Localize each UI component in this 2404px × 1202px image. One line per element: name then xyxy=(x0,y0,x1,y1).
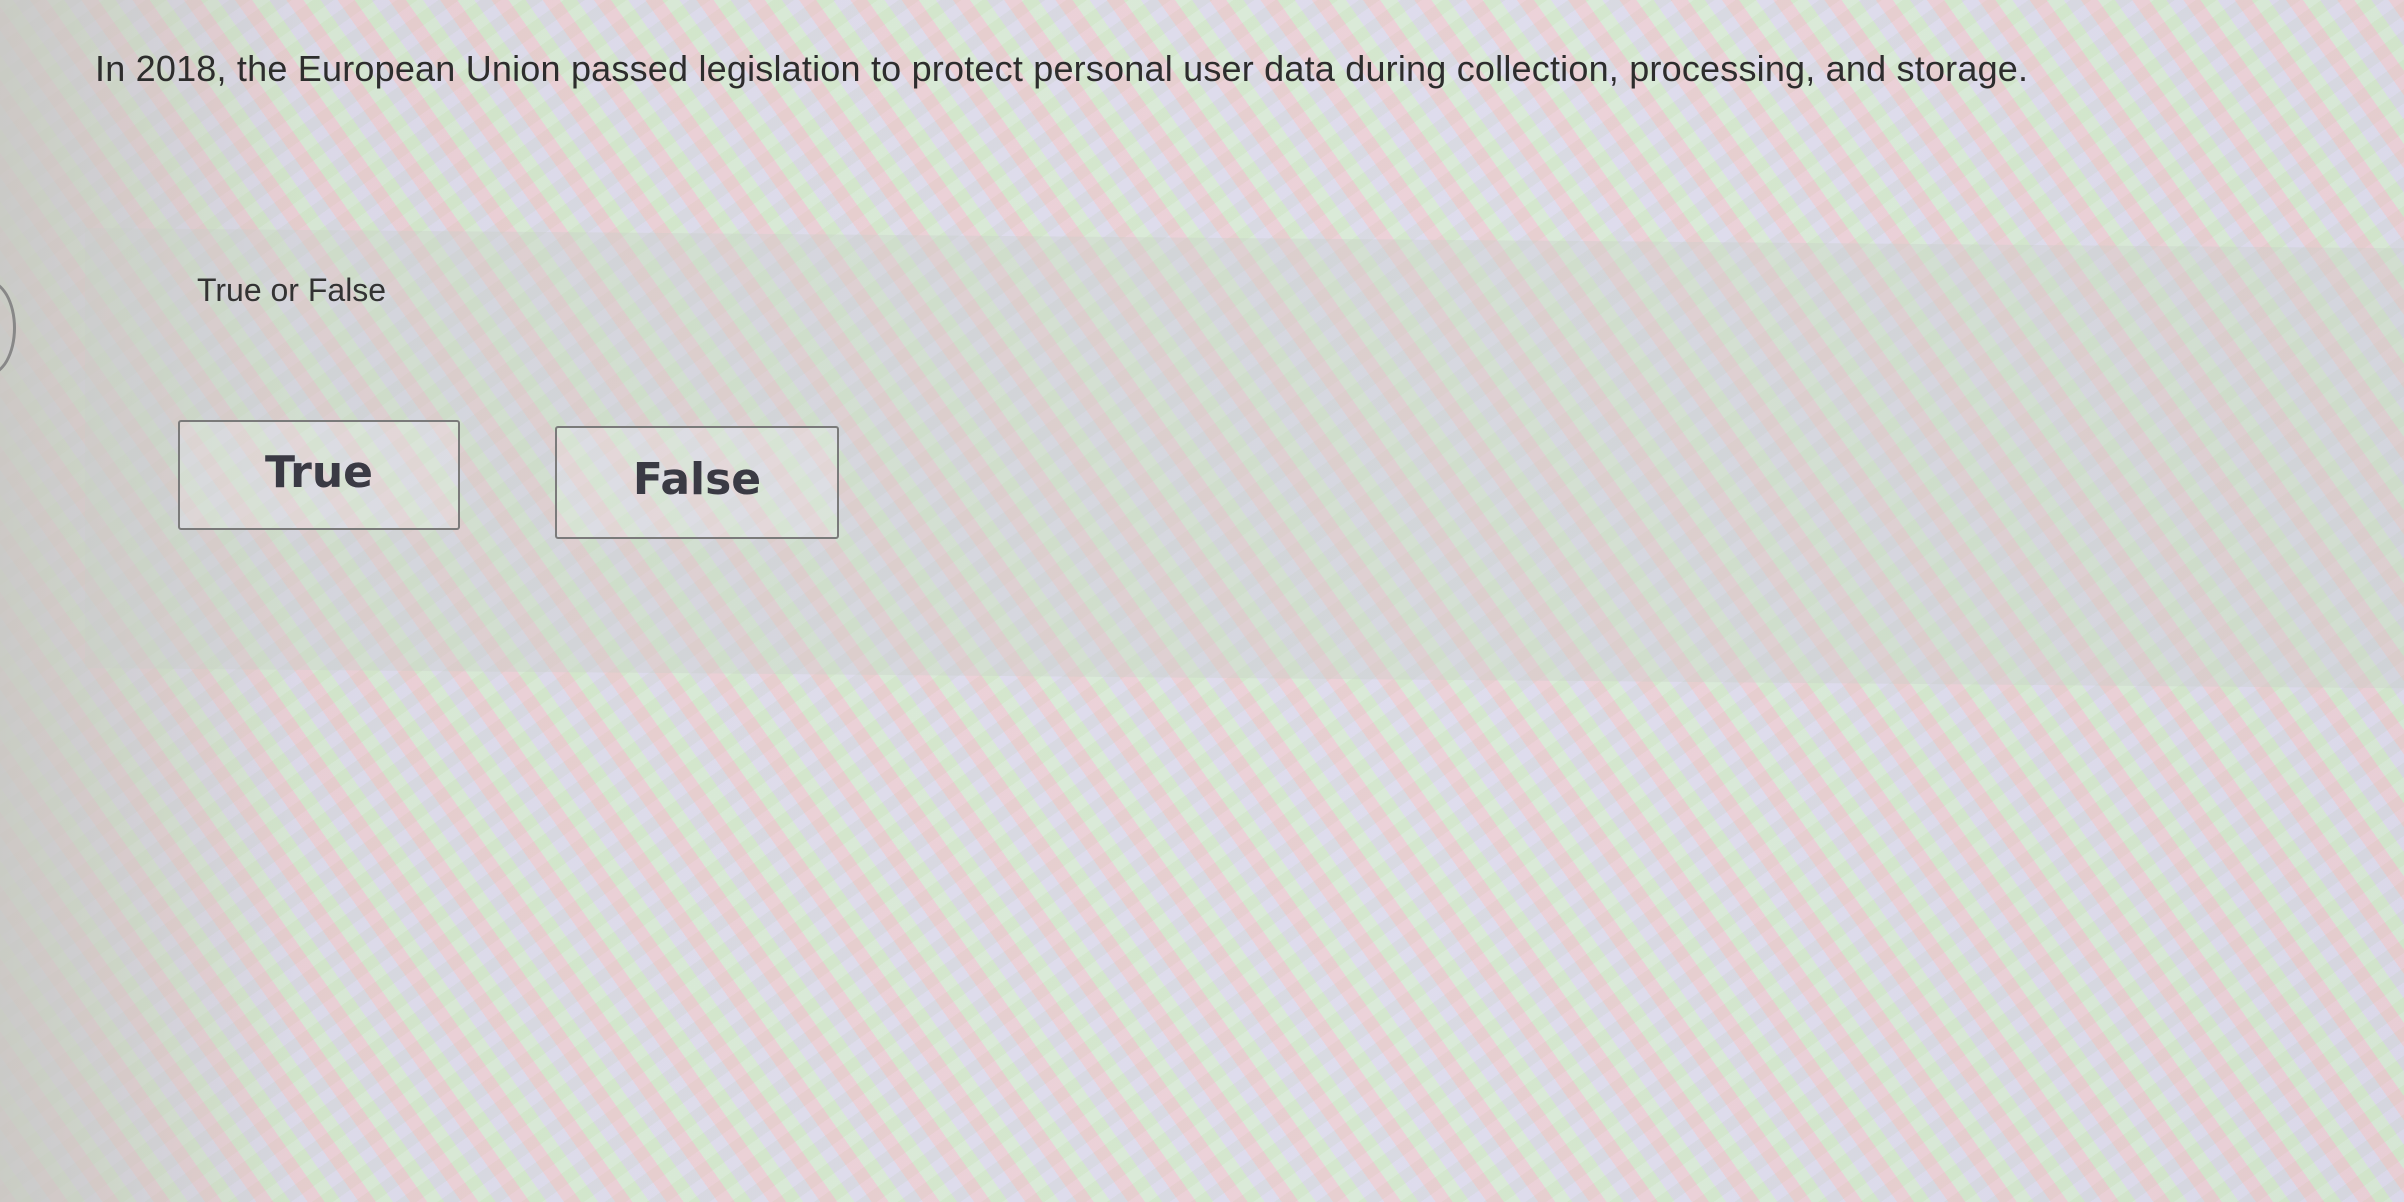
false-button[interactable]: False xyxy=(555,426,839,539)
false-button-label: False xyxy=(632,454,762,505)
question-type-label: True or False xyxy=(197,272,387,308)
question-text: In 2018, the European Union passed legis… xyxy=(95,48,2029,89)
true-button-label: True xyxy=(264,446,374,498)
true-button[interactable]: True xyxy=(178,420,460,530)
